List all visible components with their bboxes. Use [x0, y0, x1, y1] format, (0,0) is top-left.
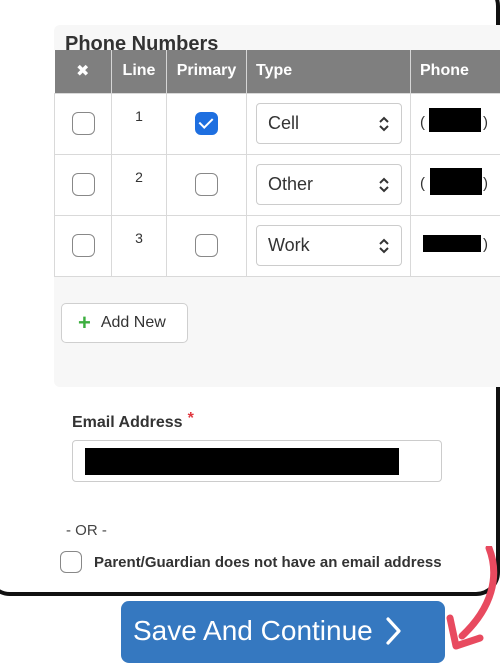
- line-number: 3: [135, 230, 143, 246]
- phone-open-paren: (: [420, 114, 425, 131]
- table-row: 1 Cell ( ): [55, 93, 500, 154]
- type-column-header: Type: [247, 50, 411, 93]
- type-cell: Work: [247, 215, 411, 276]
- phone-cell[interactable]: ): [411, 215, 500, 276]
- no-email-checkbox[interactable]: [60, 551, 82, 573]
- delete-row-checkbox[interactable]: [72, 234, 95, 257]
- delete-cell: [55, 154, 112, 215]
- select-updown-icon: [378, 115, 390, 133]
- line-cell: 3: [112, 215, 167, 276]
- redacted-email: [85, 448, 399, 475]
- no-email-label: Parent/Guardian does not have an email a…: [94, 554, 442, 571]
- phone-cell[interactable]: ( ): [411, 93, 500, 154]
- primary-column-header: Primary: [167, 50, 247, 93]
- line-number: 2: [135, 169, 143, 185]
- add-new-label: Add New: [101, 314, 166, 332]
- phone-open-paren: (: [420, 175, 425, 192]
- required-asterisk: *: [188, 410, 194, 427]
- save-and-continue-label: Save And Continue: [133, 615, 373, 647]
- type-cell: Other: [247, 154, 411, 215]
- delete-x-icon: ✖: [76, 63, 89, 80]
- redacted-area-code: [430, 168, 482, 195]
- phone-close-paren: ): [483, 175, 488, 192]
- select-updown-icon: [378, 237, 390, 255]
- chevron-right-icon: [383, 615, 405, 647]
- primary-cell: [167, 93, 247, 154]
- add-new-phone-button[interactable]: + Add New: [61, 303, 188, 343]
- type-cell: Cell: [247, 93, 411, 154]
- phone-type-value: Cell: [268, 113, 299, 134]
- primary-checkbox[interactable]: [195, 112, 218, 135]
- primary-cell: [167, 154, 247, 215]
- redacted-area-code: [423, 235, 481, 252]
- phone-type-select[interactable]: Cell: [256, 103, 402, 144]
- primary-cell: [167, 215, 247, 276]
- primary-checkbox[interactable]: [195, 234, 218, 257]
- phone-numbers-table: ✖ Line Primary Type Phone 1 Cell ( ): [54, 50, 500, 277]
- delete-row-checkbox[interactable]: [72, 173, 95, 196]
- plus-icon: +: [78, 312, 91, 334]
- email-label-text: Email Address: [72, 414, 183, 431]
- phone-column-header: Phone: [411, 50, 500, 93]
- delete-row-checkbox[interactable]: [72, 112, 95, 135]
- line-number: 1: [135, 108, 143, 124]
- phone-close-paren: ): [483, 114, 488, 131]
- delete-cell: [55, 215, 112, 276]
- email-address-input[interactable]: [72, 440, 442, 482]
- phone-type-select[interactable]: Work: [256, 225, 402, 266]
- delete-cell: [55, 93, 112, 154]
- table-row: 2 Other ( ): [55, 154, 500, 215]
- select-updown-icon: [378, 176, 390, 194]
- phone-type-value: Other: [268, 174, 313, 195]
- phone-close-paren: ): [483, 236, 488, 253]
- annotation-arrow-icon: [440, 546, 500, 654]
- line-column-header: Line: [112, 50, 167, 93]
- phone-cell[interactable]: ( ): [411, 154, 500, 215]
- table-header-row: ✖ Line Primary Type Phone: [55, 50, 500, 93]
- phone-type-select[interactable]: Other: [256, 164, 402, 205]
- table-row: 3 Work ): [55, 215, 500, 276]
- line-cell: 1: [112, 93, 167, 154]
- phone-type-value: Work: [268, 235, 310, 256]
- no-email-option[interactable]: Parent/Guardian does not have an email a…: [60, 551, 442, 573]
- redacted-area-code: [429, 108, 481, 132]
- delete-column-header: ✖: [55, 50, 112, 93]
- or-separator: - OR -: [66, 522, 107, 539]
- line-cell: 2: [112, 154, 167, 215]
- primary-checkbox[interactable]: [195, 173, 218, 196]
- email-address-label: Email Address*: [72, 414, 194, 432]
